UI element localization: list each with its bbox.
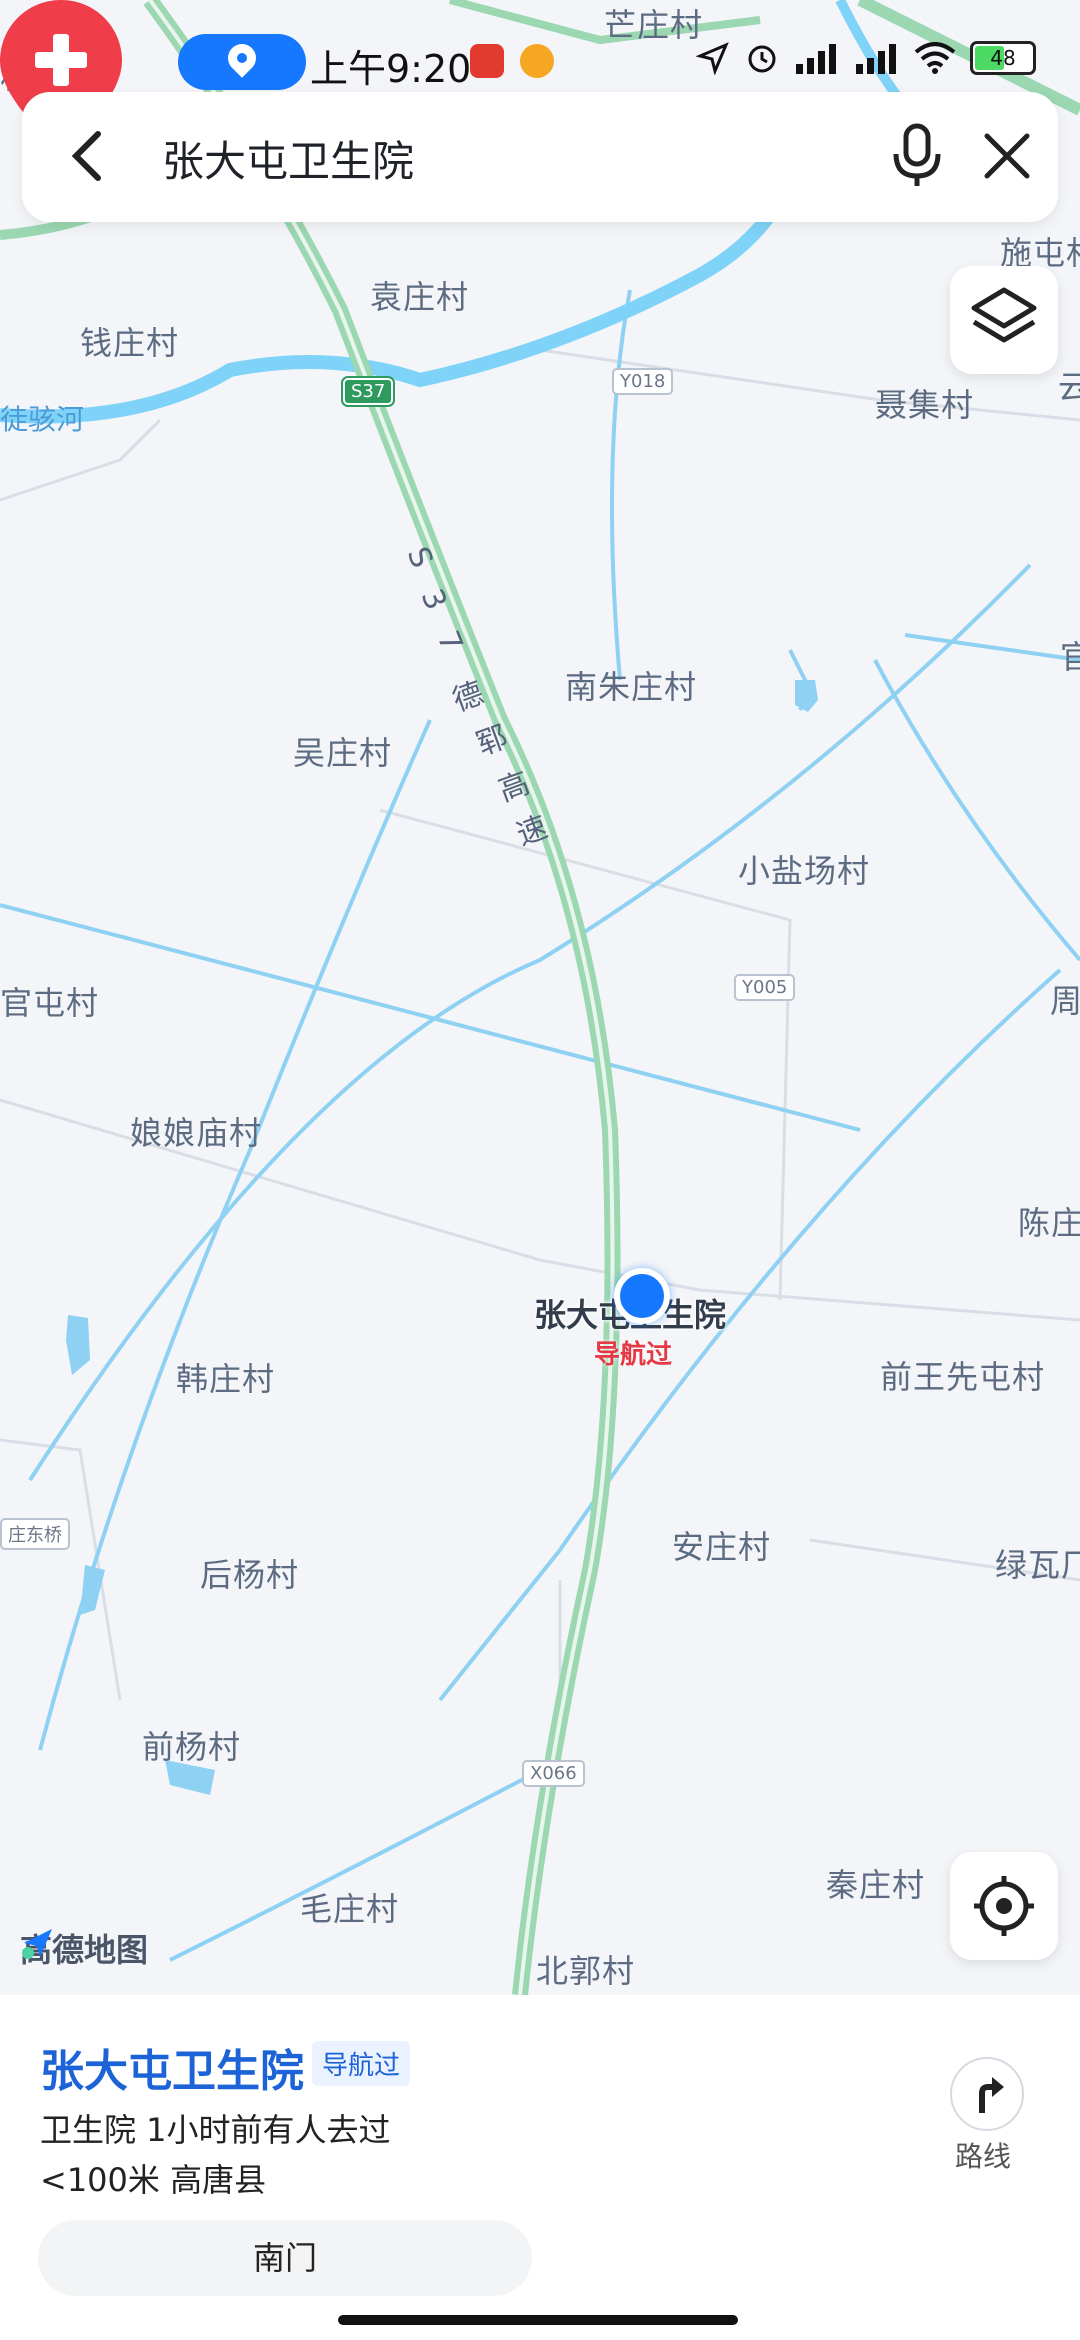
wifi-icon bbox=[914, 42, 956, 74]
close-icon[interactable] bbox=[977, 126, 1037, 186]
amap-logo-icon bbox=[22, 1929, 52, 1959]
place-label: 前王先屯村 bbox=[880, 1358, 1046, 1396]
poi-category-info: 卫生院 1小时前有人去过 bbox=[40, 2111, 391, 2149]
home-indicator[interactable] bbox=[338, 2315, 738, 2325]
battery-icon: 48 bbox=[970, 41, 1036, 75]
alarm-icon bbox=[748, 45, 776, 73]
amap-logo: 高德地图 bbox=[20, 1925, 148, 1971]
place-label: 南朱庄村 bbox=[565, 668, 698, 706]
place-label: 官 bbox=[1060, 638, 1080, 676]
place-label: 钱庄村 bbox=[80, 324, 180, 362]
microphone-icon[interactable] bbox=[882, 120, 952, 190]
search-bar[interactable]: 张大屯卫生院 bbox=[22, 92, 1058, 222]
entrance-chip-south-gate[interactable]: 南门 bbox=[38, 2220, 532, 2296]
gps-arrow-icon bbox=[696, 42, 729, 75]
route-label: 路线 bbox=[955, 2140, 1012, 2173]
place-label: 陈庄 bbox=[1018, 1204, 1080, 1242]
current-location-dot bbox=[614, 1268, 670, 1324]
place-label: 聂集村 bbox=[875, 386, 975, 424]
location-pill[interactable] bbox=[178, 34, 306, 90]
place-label: 袁庄村 bbox=[370, 278, 470, 316]
place-label: 小盐场村 bbox=[738, 852, 871, 890]
crosshair-icon bbox=[974, 1876, 1034, 1936]
road-badge-y005: Y005 bbox=[734, 974, 796, 1001]
locate-me-button[interactable] bbox=[950, 1852, 1058, 1960]
road-badge-bridge: 庄东桥 bbox=[0, 1518, 70, 1550]
status-bar: 上午9:20 48 bbox=[0, 0, 1080, 91]
place-label: 娘娘庙村 bbox=[130, 1114, 263, 1152]
place-label: 官屯村 bbox=[0, 984, 100, 1022]
place-label: 云 bbox=[1058, 368, 1080, 406]
route-arrow-icon bbox=[979, 2077, 1004, 2113]
route-button[interactable] bbox=[950, 2057, 1024, 2131]
poi-title: 张大屯卫生院 bbox=[40, 2046, 304, 2097]
app-notification-icon bbox=[520, 44, 554, 78]
place-label: 毛庄村 bbox=[300, 1890, 400, 1928]
map-roads-layer bbox=[0, 0, 1080, 1995]
road-badge-x066: X066 bbox=[522, 1760, 585, 1787]
place-label: 秦庄村 bbox=[826, 1866, 926, 1904]
place-label: 韩庄村 bbox=[176, 1360, 276, 1398]
search-input[interactable]: 张大屯卫生院 bbox=[162, 128, 414, 189]
place-label: 北郭村 bbox=[536, 1952, 636, 1990]
poi-detail-card[interactable]: 张大屯卫生院 导航过 卫生院 1小时前有人去过 <100米 高唐县 路线 南门 bbox=[0, 1995, 1080, 2340]
place-label: 后杨村 bbox=[200, 1556, 300, 1594]
system-icons: 48 bbox=[696, 40, 1036, 76]
place-label: 吴庄村 bbox=[293, 734, 393, 772]
place-label: 周 bbox=[1050, 982, 1080, 1020]
river-label: 徒骇河 bbox=[0, 403, 85, 436]
app-notification-icon bbox=[470, 44, 504, 78]
back-arrow-icon[interactable] bbox=[60, 126, 120, 186]
signal-icon bbox=[796, 44, 836, 74]
map-canvas[interactable]: 芒庄村 袁庄村 钱庄村 施屯村 聂集村 南朱庄村 吴庄村 小盐场村 官屯村 娘娘… bbox=[0, 0, 1080, 1995]
place-label: 绿瓦厂 bbox=[995, 1546, 1080, 1584]
layers-icon bbox=[971, 287, 1037, 343]
battery-level: 48 bbox=[990, 46, 1016, 70]
signal-icon-2 bbox=[856, 44, 896, 74]
map-layers-button[interactable] bbox=[950, 266, 1058, 374]
road-badge-y018: Y018 bbox=[612, 368, 674, 395]
place-label: 安庄村 bbox=[672, 1528, 772, 1566]
navigated-tag: 导航过 bbox=[312, 2041, 411, 2086]
poi-map-status: 导航过 bbox=[594, 1340, 673, 1370]
status-time: 上午9:20 bbox=[310, 47, 472, 91]
poi-distance-info: <100米 高唐县 bbox=[40, 2161, 267, 2199]
highway-shield-s37: S37 bbox=[340, 376, 396, 407]
location-pin-icon bbox=[222, 38, 262, 78]
place-label: 前杨村 bbox=[142, 1728, 242, 1766]
